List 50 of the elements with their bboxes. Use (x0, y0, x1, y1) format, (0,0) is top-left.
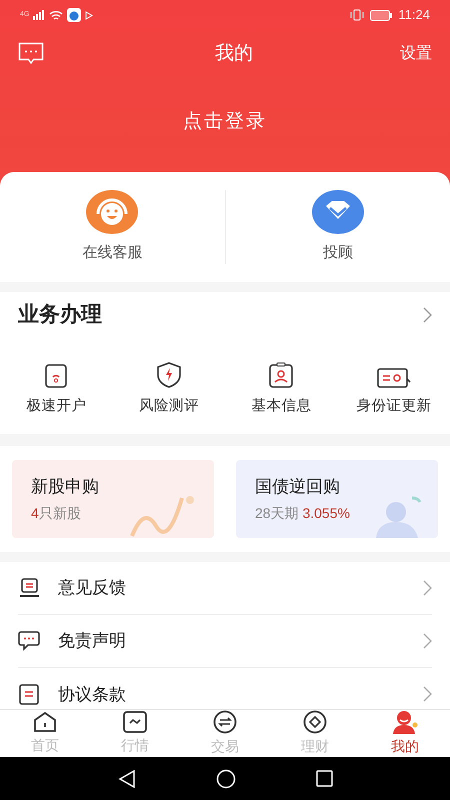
app-notification-icon (67, 8, 82, 22)
business-label[interactable]: 基本信息 (251, 396, 312, 418)
chevron-right-icon (423, 686, 432, 702)
home-button-icon[interactable] (216, 768, 236, 788)
document-icon (19, 683, 39, 706)
wifi-icon (49, 10, 64, 20)
vibrate-icon (350, 9, 364, 21)
chart-icon (123, 711, 147, 733)
menu-row[interactable]: 免责声明 (18, 614, 432, 668)
service-label[interactable]: 投顾 (322, 242, 353, 264)
business-label[interactable]: 身份证更新 (356, 396, 432, 418)
clock: 11:24 (398, 6, 430, 24)
exchange-icon (213, 710, 237, 734)
message-icon[interactable] (18, 42, 44, 66)
back-icon[interactable] (118, 770, 136, 788)
id-card-icon (376, 368, 411, 388)
badge-person-icon (269, 362, 294, 388)
tab[interactable]: 我的 (360, 710, 450, 757)
chevron-right-icon[interactable] (423, 307, 432, 323)
home-icon (33, 711, 57, 733)
menu-label: 意见反馈 (58, 577, 127, 599)
card-title: 国债逆回购 (255, 476, 341, 498)
promo-card[interactable]: 国债逆回购 28天期 3.055% (236, 460, 438, 538)
laptop-icon (18, 578, 40, 598)
card-subtitle: 28天期 3.055% (255, 504, 351, 524)
menu-row[interactable]: 意见反馈 (18, 562, 432, 615)
menu-label: 协议条款 (58, 684, 127, 706)
chevron-right-icon (423, 580, 432, 596)
shield-bolt-icon (156, 362, 182, 388)
settings-button[interactable]: 设置 (400, 42, 432, 66)
signal-icon (33, 10, 46, 20)
menu-label: 免责声明 (58, 630, 127, 652)
play-icon (85, 10, 94, 20)
section-title: 业务办理 (18, 302, 102, 328)
promo-card[interactable]: 新股申购 4只新股 (12, 460, 214, 538)
chat-bubble-icon (18, 630, 40, 651)
service-label[interactable]: 在线客服 (82, 242, 142, 264)
business-label[interactable]: 极速开户 (26, 396, 86, 418)
recents-icon[interactable] (316, 770, 332, 787)
headset-face-icon (86, 190, 138, 234)
card-subtitle: 4只新股 (31, 504, 82, 524)
business-label[interactable]: 风险测评 (138, 396, 199, 418)
login-link[interactable]: 点击登录 (183, 108, 267, 136)
menu-row[interactable]: 协议条款 (18, 668, 432, 709)
battery-icon (370, 10, 392, 20)
chevron-right-icon (423, 632, 432, 649)
phone-icon (45, 364, 68, 388)
page-title: 我的 (215, 42, 253, 66)
coin-icon (303, 710, 327, 734)
card-title: 新股申购 (31, 476, 100, 498)
